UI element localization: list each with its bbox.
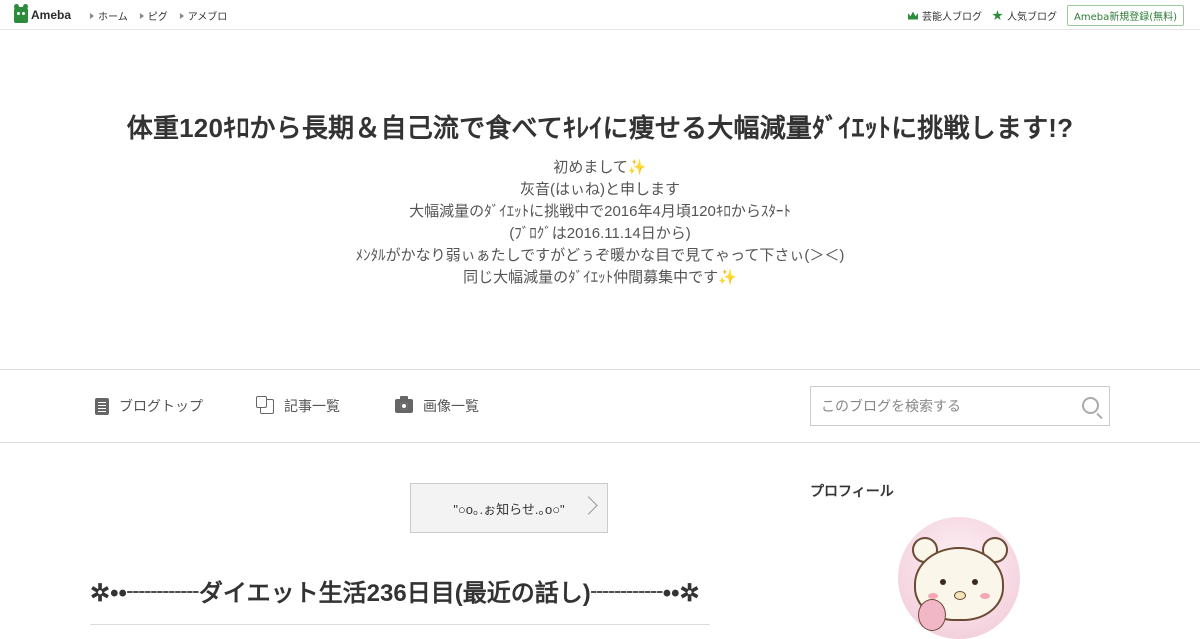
notice-button-label: "○o｡.ぉ知らせ.｡o○" xyxy=(453,501,565,517)
blog-nav: ブログトップ 記事一覧 画像一覧 xyxy=(0,369,1200,443)
ameba-logo-icon xyxy=(14,4,28,23)
nav-link-home[interactable]: ホーム xyxy=(90,8,128,23)
bear-nose xyxy=(954,591,966,600)
caret-right-icon xyxy=(139,12,144,19)
celebrity-blog-label: 芸能人ブログ xyxy=(921,12,982,23)
popular-blog-link[interactable]: 人気ブログ xyxy=(992,8,1057,23)
register-button[interactable]: Ameba新規登録(無料) xyxy=(1066,5,1184,26)
nav-link-label: ホーム xyxy=(98,12,128,23)
nav-image-list[interactable]: 画像一覧 xyxy=(395,396,479,416)
nav-blog-top[interactable]: ブログトップ xyxy=(95,396,203,416)
nav-link-ameblo[interactable]: アメブロ xyxy=(179,8,228,23)
bunny-plush xyxy=(918,599,946,631)
description-line: 同じ大幅減量のﾀﾞｲｴｯﾄ仲間募集中です✨ xyxy=(463,269,737,286)
profile-heading: プロフィール xyxy=(810,483,894,499)
popular-blog-label: 人気ブログ xyxy=(1006,12,1057,23)
nav-article-list-label: 記事一覧 xyxy=(284,399,340,415)
blog-title[interactable]: 体重120ｷﾛから長期＆自己流で食べてｷﾚｲに痩せる大幅減量ﾀﾞｲｴｯﾄに挑戦し… xyxy=(0,108,1200,145)
article-title[interactable]: ✲••┈┈┈ダイエット生活236日目(最近の話し)┈┈┈••✲ xyxy=(90,573,710,608)
divider xyxy=(90,624,710,625)
bear-eye xyxy=(940,579,946,585)
nav-link-label: アメブロ xyxy=(187,12,228,23)
global-nav: ホーム ピグ アメブロ xyxy=(90,8,227,23)
ameba-logo[interactable]: Ameba xyxy=(14,4,72,24)
description-line: 大幅減量のﾀﾞｲｴｯﾄに挑戦中で2016年4月頃120ｷﾛからｽﾀｰﾄ xyxy=(409,203,791,220)
bear-eye xyxy=(972,579,978,585)
nav-article-list[interactable]: 記事一覧 xyxy=(256,395,340,416)
star-icon xyxy=(992,10,1003,21)
search-input[interactable] xyxy=(811,387,1091,425)
crown-icon xyxy=(907,11,918,20)
nav-link-label: ピグ xyxy=(147,12,168,23)
description-line: 初めまして✨ xyxy=(553,159,647,176)
nav-blog-top-label: ブログトップ xyxy=(119,399,203,415)
avatar[interactable] xyxy=(898,517,1020,639)
blog-search xyxy=(810,386,1110,426)
header-links: 芸能人ブログ 人気ブログ Ameba新規登録(無料) xyxy=(907,5,1184,26)
caret-right-icon xyxy=(90,12,94,19)
global-header: Ameba ホーム ピグ アメブロ 芸能人ブログ 人気ブログ Ameba新規登録… xyxy=(0,0,1200,30)
description-line: ﾒﾝﾀﾙがかなり弱ぃぁたしですがどぅぞ暖かな目で見てゃって下さぃ(＞＜) xyxy=(355,247,845,264)
caret-right-icon xyxy=(179,12,184,19)
description-line: 灰音(はぃね)と申します xyxy=(520,181,680,198)
bear-cheek xyxy=(980,593,990,599)
description-line: (ﾌﾞﾛｸﾞは2016.11.14日から) xyxy=(509,225,691,242)
camera-icon xyxy=(395,396,413,413)
copy-icon xyxy=(256,395,274,414)
notice-button[interactable]: "○o｡.ぉ知らせ.｡o○" xyxy=(410,483,608,533)
search-icon[interactable] xyxy=(1082,397,1099,414)
document-icon xyxy=(95,397,109,415)
logo-text: Ameba xyxy=(31,8,72,22)
nav-image-list-label: 画像一覧 xyxy=(423,399,479,415)
celebrity-blog-link[interactable]: 芸能人ブログ xyxy=(907,8,982,23)
nav-link-pigg[interactable]: ピグ xyxy=(139,8,168,23)
blog-description: 初めまして✨ 灰音(はぃね)と申します 大幅減量のﾀﾞｲｴｯﾄに挑戦中で2016… xyxy=(0,157,1200,289)
chevron-right-icon xyxy=(579,496,598,515)
